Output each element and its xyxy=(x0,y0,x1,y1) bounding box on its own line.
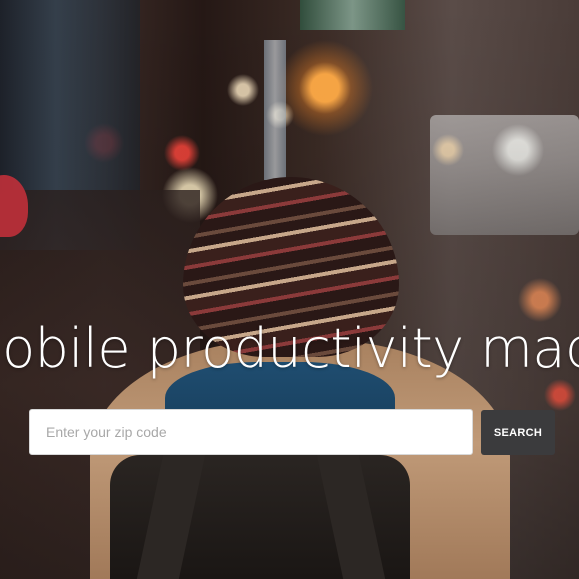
hero-headline-text: Mobile productivity made easy xyxy=(0,317,579,380)
hero-headline: Mobile productivity made easy xyxy=(0,316,579,386)
hero-background-photo xyxy=(0,0,579,579)
zip-code-input[interactable] xyxy=(29,409,473,455)
background-pillar xyxy=(264,40,286,180)
background-street-sign xyxy=(300,0,405,30)
hero-section: Mobile productivity made easy SEARCH xyxy=(0,0,579,579)
search-button[interactable]: SEARCH xyxy=(481,410,555,455)
background-truck xyxy=(430,115,579,235)
